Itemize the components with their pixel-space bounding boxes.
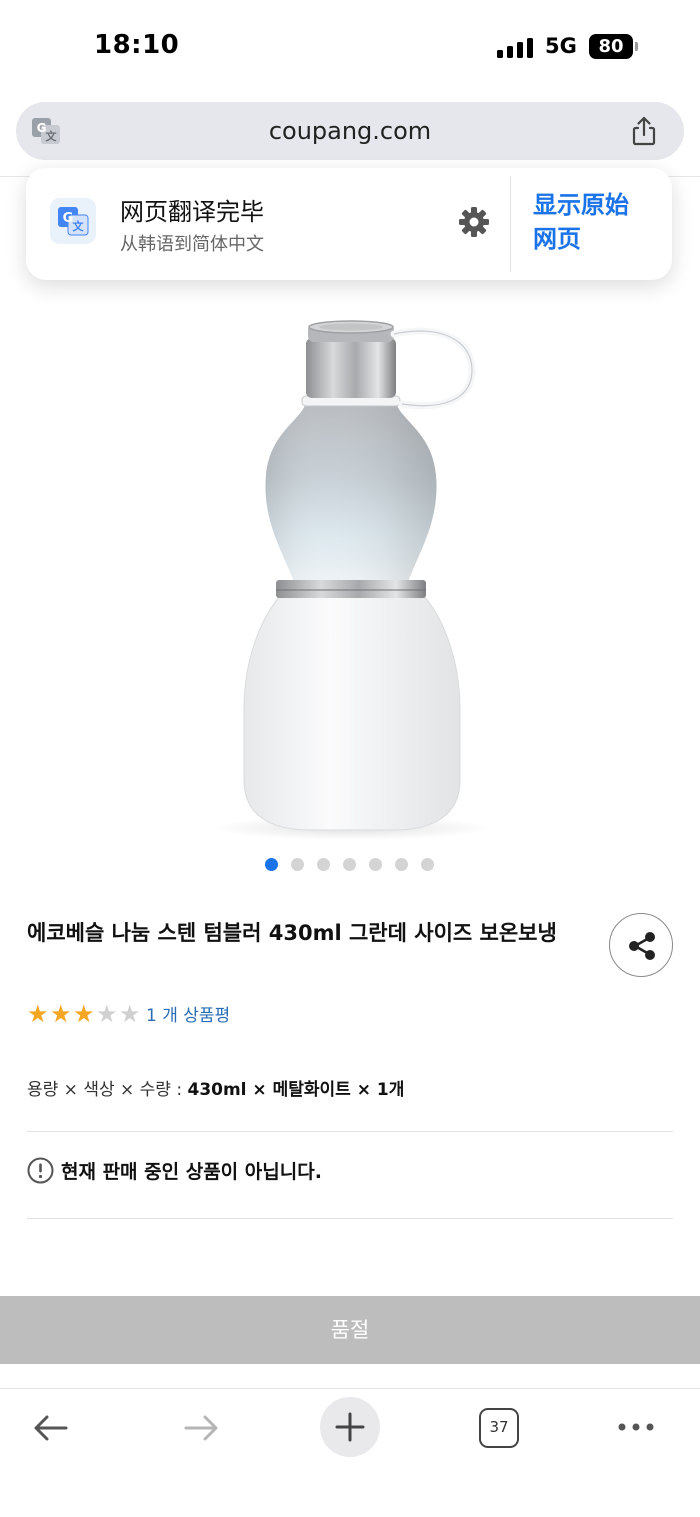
translate-icon[interactable]: G 文 — [30, 115, 62, 147]
show-original-line2[interactable]: 网页 — [533, 222, 661, 256]
alert-circle-icon — [27, 1157, 54, 1184]
address-bar[interactable]: coupang.com G 文 — [16, 102, 684, 160]
svg-text:文: 文 — [73, 219, 85, 233]
share-button[interactable] — [609, 913, 673, 977]
status-time: 18:10 — [94, 30, 180, 60]
show-original-button[interactable]: 显示原始 网页 — [533, 188, 661, 256]
divider — [27, 1131, 673, 1132]
show-original-line1[interactable]: 显示原始 — [533, 188, 661, 222]
forward-arrow-icon[interactable] — [180, 1407, 222, 1449]
notice-text: 현재 판매 중인 상품이 아닙니다. — [61, 1161, 322, 1183]
pager-dot-7[interactable] — [421, 858, 434, 871]
pager-dot-1[interactable] — [265, 858, 278, 871]
review-count-link[interactable]: 1 개 상품평 — [146, 1001, 230, 1026]
signal-icon — [497, 38, 535, 58]
product-image[interactable] — [120, 300, 580, 860]
divider — [27, 1218, 673, 1219]
share-nodes-icon — [629, 932, 655, 960]
star-icon: ★ — [27, 1000, 49, 1028]
browser-toolbar: 37 — [0, 1389, 700, 1517]
option-label: 용량 × 색상 × 수량 : — [27, 1080, 188, 1100]
status-bar: 18:10 5G 80 — [0, 0, 700, 96]
pager-dot-6[interactable] — [395, 858, 408, 871]
share-icon[interactable] — [628, 115, 660, 147]
sold-out-button[interactable]: 품절 — [0, 1296, 700, 1364]
star-icon: ★ — [119, 1000, 141, 1028]
pager-dot-2[interactable] — [291, 858, 304, 871]
star-icon: ★ — [50, 1000, 72, 1028]
svg-text:文: 文 — [46, 129, 58, 143]
popup-separator — [510, 176, 511, 272]
product-title: 에코베슬 나눔 스텐 텀블러 430ml 그란데 사이즈 보온보냉 — [27, 921, 557, 945]
battery-cap — [635, 42, 638, 51]
plus-icon — [335, 1412, 365, 1442]
url-text[interactable]: coupang.com — [16, 102, 684, 160]
network-label: 5G — [545, 34, 577, 58]
star-icon: ★ — [96, 1000, 118, 1028]
translation-popup: G 文 网页翻译完毕 从韩语到简体中文 显示原始 网页 — [26, 168, 672, 280]
gear-icon[interactable] — [456, 204, 492, 240]
star-icon: ★ — [73, 1000, 95, 1028]
google-translate-icon: G 文 — [50, 198, 96, 244]
option-value: 430ml × 메탈화이트 × 1개 — [187, 1080, 405, 1100]
tab-switcher-button[interactable]: 37 — [479, 1408, 519, 1448]
new-tab-button[interactable] — [320, 1397, 380, 1457]
battery-icon: 80 — [589, 34, 633, 59]
pager-dot-5[interactable] — [369, 858, 382, 871]
more-dots-icon[interactable] — [616, 1415, 656, 1439]
pager-dot-4[interactable] — [343, 858, 356, 871]
selected-option: 용량 × 색상 × 수량 : 430ml × 메탈화이트 × 1개 — [27, 1075, 404, 1100]
pager-dot-3[interactable] — [317, 858, 330, 871]
translation-status-title: 网页翻译完毕 — [120, 198, 264, 226]
translation-language-pair: 从韩语到简体中文 — [120, 234, 264, 255]
back-arrow-icon[interactable] — [30, 1407, 72, 1449]
